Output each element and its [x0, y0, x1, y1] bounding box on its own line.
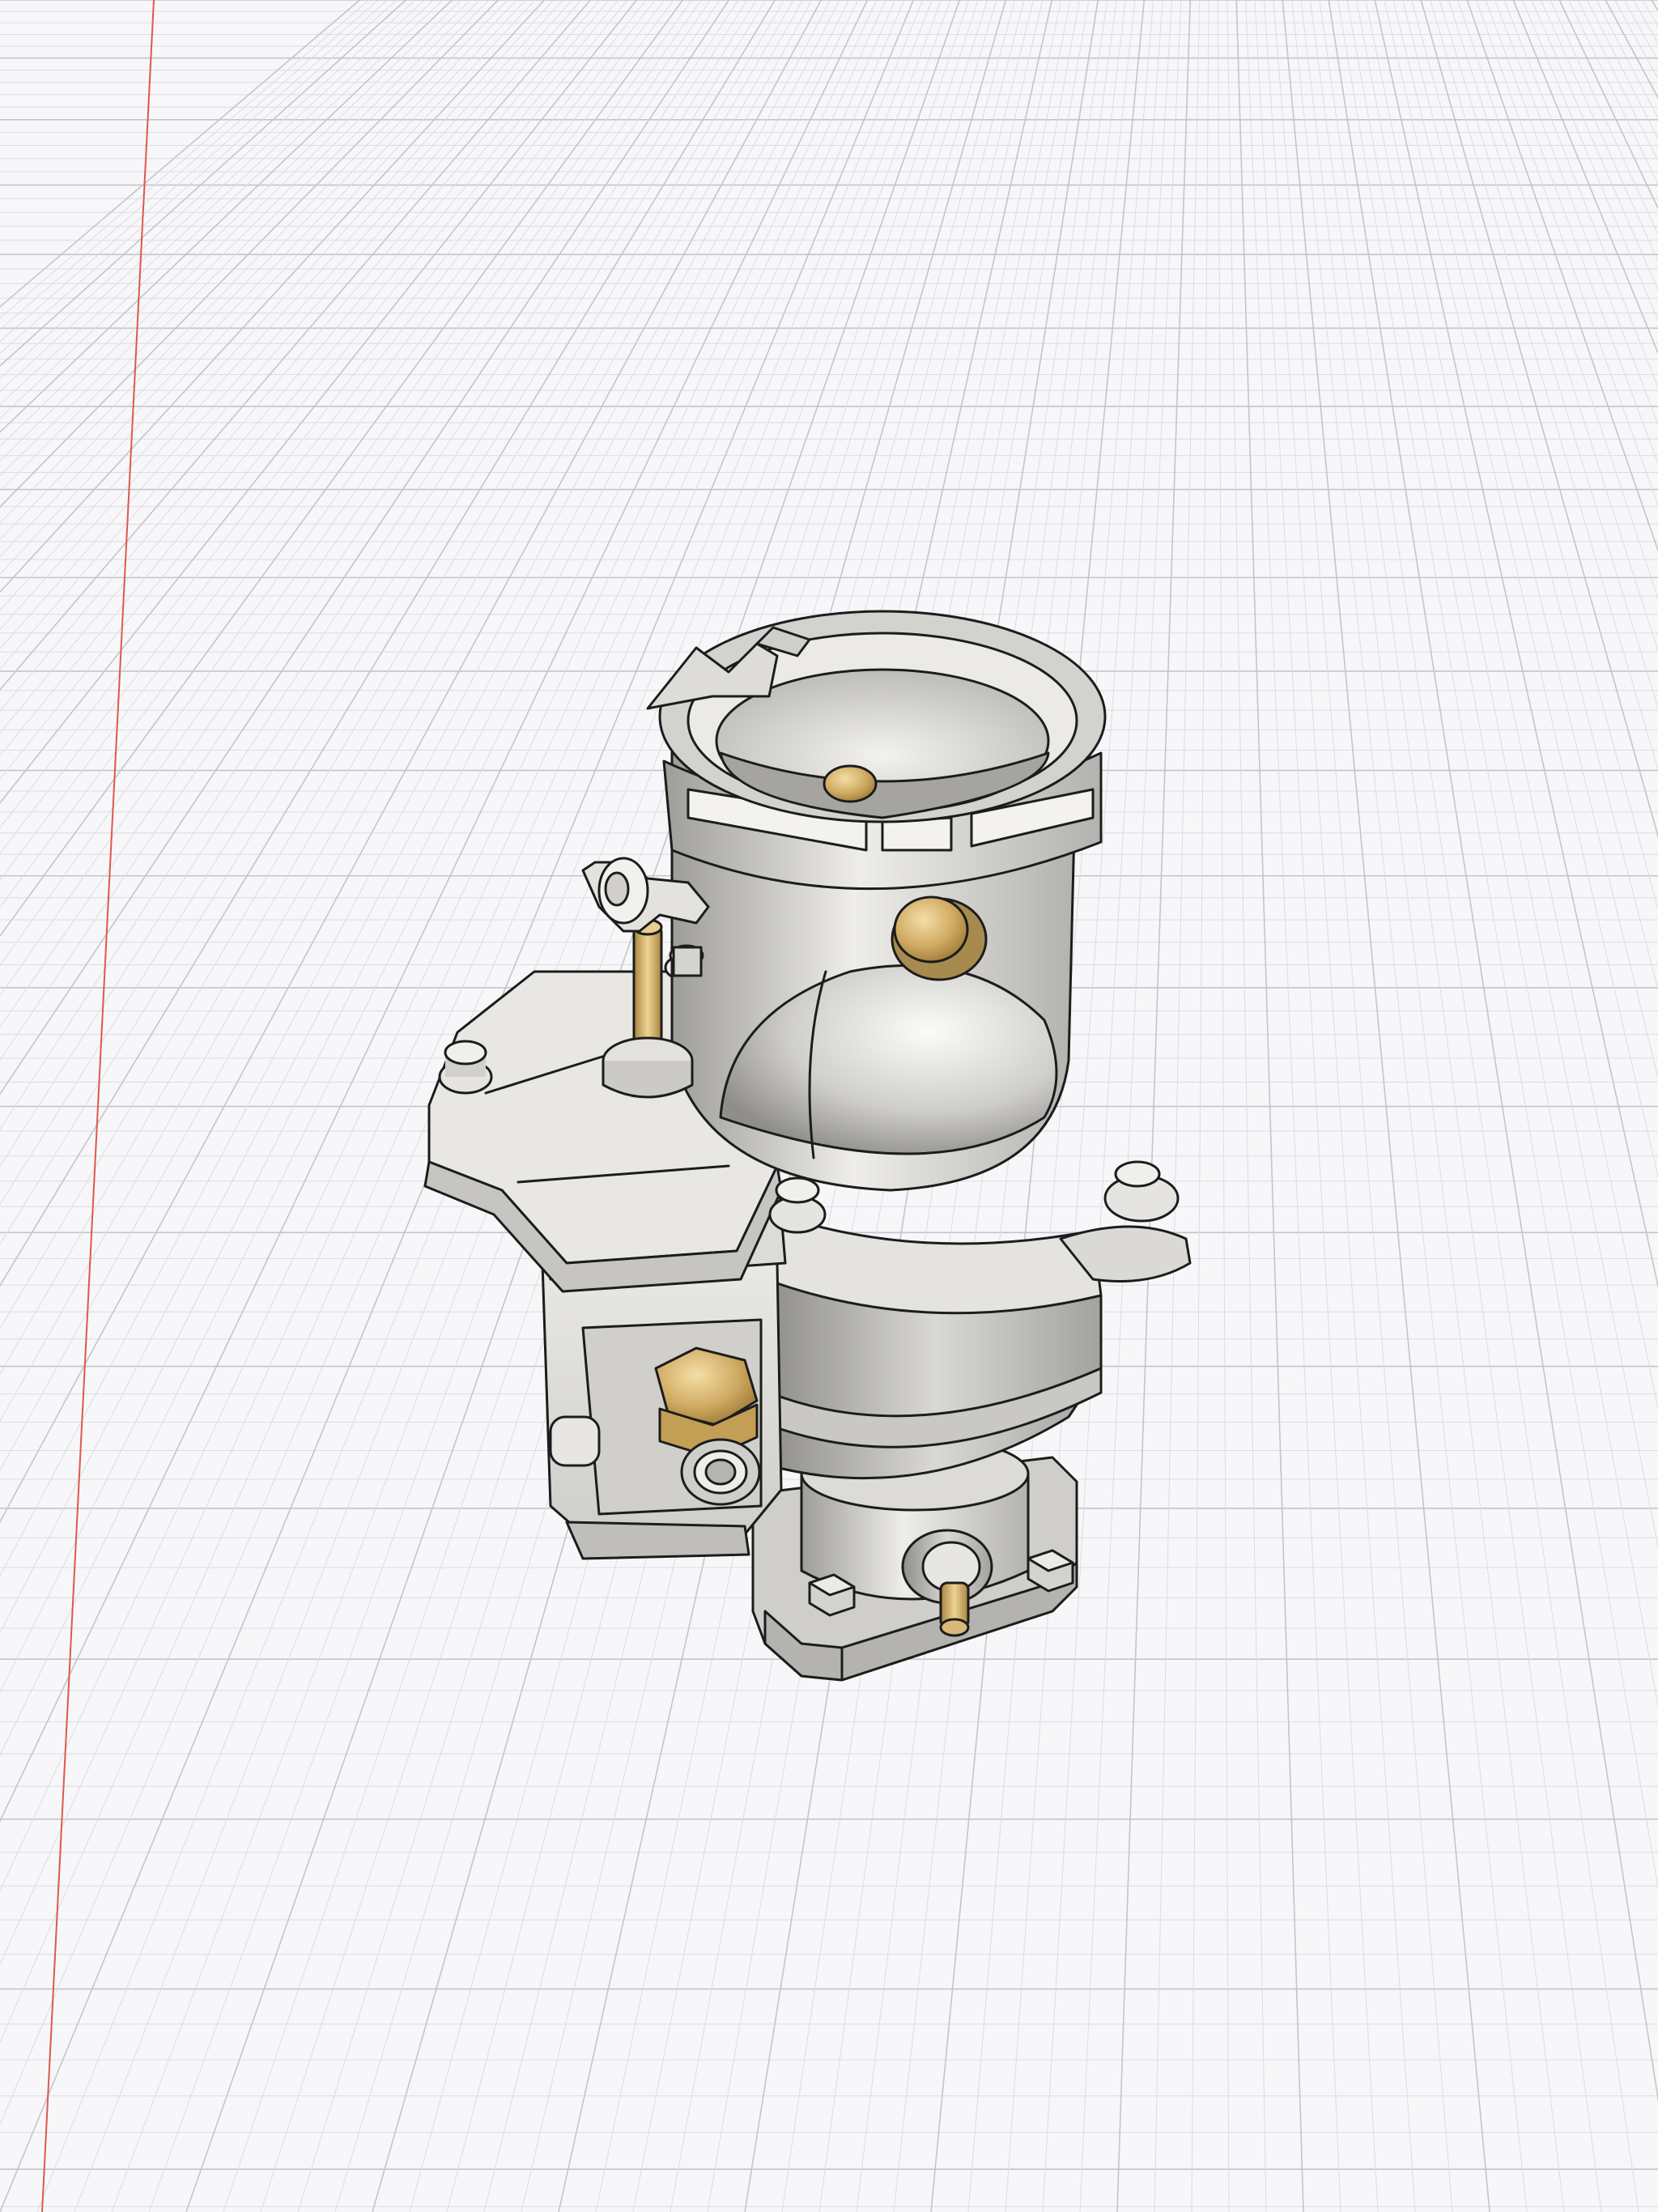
accelerator-pump-rod — [632, 918, 663, 1058]
cover-screw-right — [1103, 1160, 1180, 1223]
cover-screw-left — [438, 1040, 493, 1095]
main-body-housing — [767, 1213, 1103, 1480]
cover-screw-mid — [768, 1176, 827, 1234]
pump-rod-boss — [602, 1036, 694, 1099]
air-horn-plug — [891, 895, 988, 981]
horn-base-lug — [669, 944, 704, 977]
carburetor-model[interactable] — [423, 610, 1192, 1682]
cad-viewport[interactable] — [0, 0, 1658, 2212]
float-bowl-side-lug — [549, 1415, 601, 1467]
air-horn-lip — [658, 610, 1107, 823]
choke-shaft-end — [823, 764, 878, 803]
